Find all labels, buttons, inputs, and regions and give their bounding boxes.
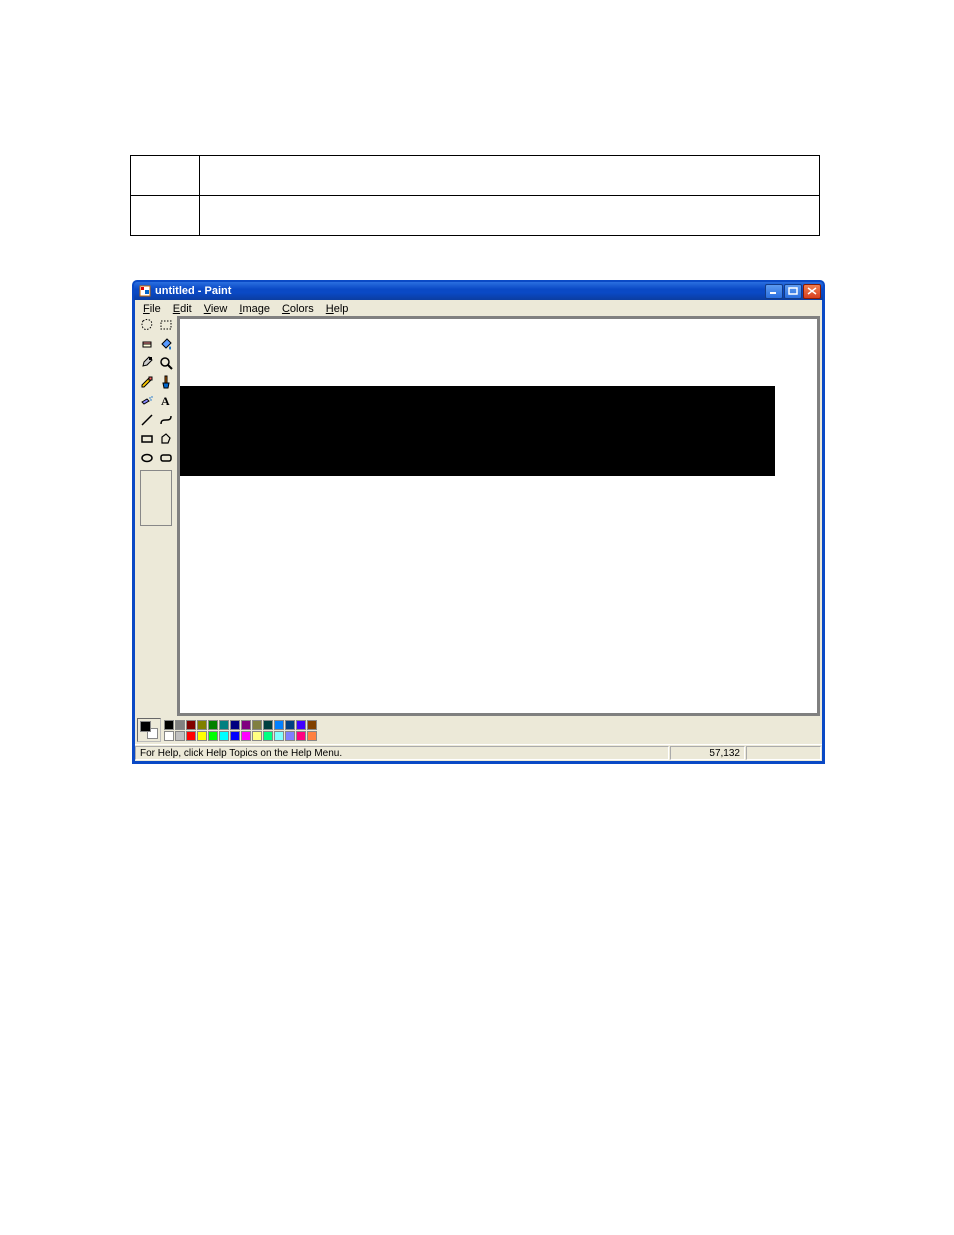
color-swatch[interactable] <box>296 731 306 741</box>
eraser-tool[interactable] <box>138 335 156 353</box>
color-swatch[interactable] <box>252 731 262 741</box>
color-swatch[interactable] <box>230 720 240 730</box>
color-swatch[interactable] <box>230 731 240 741</box>
freeform-select-icon <box>140 318 154 332</box>
color-swatch[interactable] <box>263 731 273 741</box>
menu-colors[interactable]: Colors <box>276 302 320 315</box>
color-swatch[interactable] <box>197 720 207 730</box>
window-title: untitled - Paint <box>155 285 764 297</box>
maximize-button[interactable] <box>784 284 802 299</box>
statusbar: For Help, click Help Topics on the Help … <box>135 744 822 761</box>
magnifier-icon <box>159 356 173 370</box>
close-button[interactable] <box>803 284 821 299</box>
paint-app-icon <box>138 284 152 298</box>
color-swatch[interactable] <box>252 720 262 730</box>
rectangle-tool[interactable] <box>138 430 156 448</box>
toolbox: A <box>135 316 177 716</box>
color-swatch[interactable] <box>307 731 317 741</box>
brush-tool[interactable] <box>157 373 175 391</box>
color-swatch[interactable] <box>208 720 218 730</box>
table-row <box>131 156 819 195</box>
menu-help[interactable]: Help <box>320 302 355 315</box>
text-tool[interactable]: A <box>157 392 175 410</box>
rect-select-tool[interactable] <box>157 316 175 334</box>
bucket-icon <box>159 337 173 351</box>
rounded-rect-icon <box>159 451 173 465</box>
color-swatch[interactable] <box>164 731 174 741</box>
table-cell <box>131 196 200 235</box>
status-coords: 57,132 <box>670 746 745 760</box>
color-swatch[interactable] <box>274 720 284 730</box>
svg-text:A: A <box>161 394 170 408</box>
titlebar[interactable]: untitled - Paint <box>134 282 823 300</box>
menu-view[interactable]: View <box>198 302 234 315</box>
color-swatch[interactable] <box>241 731 251 741</box>
polygon-tool[interactable] <box>157 430 175 448</box>
status-size <box>746 746 821 760</box>
current-colors-indicator[interactable] <box>137 718 161 742</box>
color-swatch[interactable] <box>219 731 229 741</box>
brush-icon <box>159 375 173 389</box>
canvas[interactable] <box>180 319 817 713</box>
paint-window: untitled - Paint File Edit View Image Co… <box>132 280 825 764</box>
color-swatch[interactable] <box>208 731 218 741</box>
line-tool[interactable] <box>138 411 156 429</box>
eraser-icon <box>140 337 154 351</box>
line-icon <box>140 413 154 427</box>
color-swatch[interactable] <box>263 720 273 730</box>
eyedropper-icon <box>140 356 154 370</box>
minimize-button[interactable] <box>765 284 783 299</box>
ellipse-tool[interactable] <box>138 449 156 467</box>
magnifier-tool[interactable] <box>157 354 175 372</box>
color-swatch[interactable] <box>307 720 317 730</box>
airbrush-tool[interactable] <box>138 392 156 410</box>
eyedropper-tool[interactable] <box>138 354 156 372</box>
color-swatch[interactable] <box>219 720 229 730</box>
foreground-color-swatch <box>140 721 151 732</box>
pencil-tool[interactable] <box>138 373 156 391</box>
menu-image[interactable]: Image <box>233 302 276 315</box>
tool-options[interactable] <box>140 470 172 526</box>
table-row <box>131 195 819 235</box>
menu-file[interactable]: File <box>137 302 167 315</box>
rectangle-icon <box>140 432 154 446</box>
table-cell <box>200 156 819 195</box>
text-icon: A <box>159 394 173 408</box>
color-palette <box>135 716 822 744</box>
ellipse-icon <box>140 451 154 465</box>
color-swatch[interactable] <box>285 731 295 741</box>
airbrush-icon <box>140 394 154 408</box>
color-swatch[interactable] <box>296 720 306 730</box>
color-swatch[interactable] <box>186 720 196 730</box>
status-help-text: For Help, click Help Topics on the Help … <box>135 746 669 760</box>
table-cell <box>131 156 200 195</box>
color-swatch[interactable] <box>274 731 284 741</box>
curve-tool[interactable] <box>157 411 175 429</box>
free-select-tool[interactable] <box>138 316 156 334</box>
rounded-rect-tool[interactable] <box>157 449 175 467</box>
table-cell <box>200 196 819 235</box>
color-swatch[interactable] <box>285 720 295 730</box>
color-swatch[interactable] <box>241 720 251 730</box>
rect-select-icon <box>159 318 173 332</box>
drawn-black-rectangle <box>180 386 775 476</box>
color-swatch[interactable] <box>186 731 196 741</box>
menu-edit[interactable]: Edit <box>167 302 198 315</box>
polygon-icon <box>159 432 173 446</box>
color-swatch[interactable] <box>164 720 174 730</box>
color-swatch[interactable] <box>175 720 185 730</box>
fill-tool[interactable] <box>157 335 175 353</box>
menubar: File Edit View Image Colors Help File Ed… <box>135 300 822 316</box>
color-swatch[interactable] <box>197 731 207 741</box>
pencil-icon <box>140 375 154 389</box>
color-swatch[interactable] <box>175 731 185 741</box>
curve-icon <box>159 413 173 427</box>
header-table <box>130 155 820 236</box>
canvas-scroll-area[interactable] <box>177 316 820 716</box>
